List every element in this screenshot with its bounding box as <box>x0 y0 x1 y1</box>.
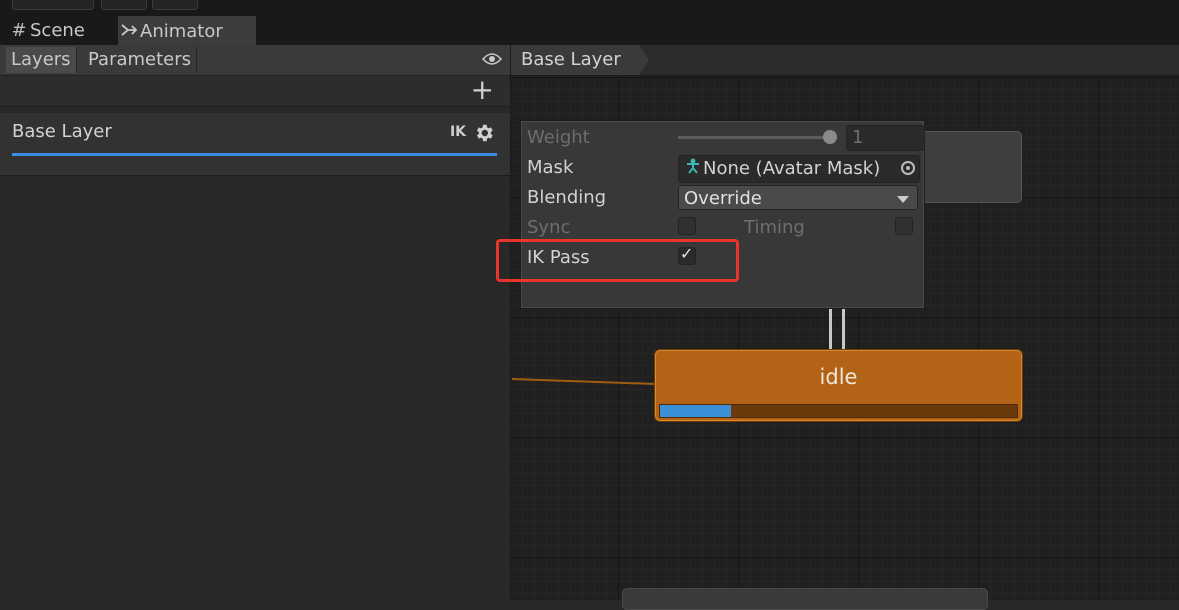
breadcrumb: Base Layer <box>511 45 1179 76</box>
blending-value: Override <box>684 188 762 209</box>
state-progress-fill <box>660 405 732 417</box>
avatar-mask-icon <box>683 156 703 182</box>
blending-label: Blending <box>527 187 607 208</box>
sync-checkbox[interactable] <box>678 217 696 235</box>
breadcrumb-arrow <box>639 45 649 75</box>
layers-toolbar: + <box>0 74 510 107</box>
state-node[interactable] <box>622 588 988 610</box>
timing-checkbox[interactable] <box>895 217 913 235</box>
ik-pass-highlight <box>496 239 739 282</box>
mask-label: Mask <box>527 157 574 178</box>
state-node-idle[interactable]: idle <box>655 350 1022 421</box>
ik-badge: IK <box>449 124 466 140</box>
add-layer-icon[interactable]: + <box>471 74 494 106</box>
layer-row[interactable]: Base Layer IK <box>0 113 510 176</box>
toolbar-button[interactable] <box>12 0 94 10</box>
layers-panel: Layers Parameters + Base Layer IK <box>0 45 511 600</box>
grid-icon: # <box>11 20 27 41</box>
eye-icon[interactable] <box>481 51 503 65</box>
tab-parameters[interactable]: Parameters <box>83 47 198 73</box>
object-picker-icon[interactable] <box>901 161 915 175</box>
animator-icon <box>118 17 140 46</box>
tab-scene[interactable]: # Scene <box>8 16 85 45</box>
main-toolbar <box>0 0 1179 16</box>
transition-line[interactable] <box>842 307 845 351</box>
gear-icon[interactable] <box>473 122 495 144</box>
weight-slider[interactable] <box>678 136 831 139</box>
weight-label: Weight <box>527 127 590 148</box>
state-progress-bar <box>659 404 1018 418</box>
toolbar-button[interactable] <box>152 0 198 10</box>
tab-scene-label: Scene <box>30 20 85 41</box>
tab-animator[interactable]: Animator <box>118 16 256 46</box>
sync-label: Sync <box>527 217 571 238</box>
timing-label: Timing <box>744 217 805 238</box>
blending-dropdown[interactable]: Override <box>678 185 918 210</box>
mask-field[interactable]: None (Avatar Mask) <box>678 155 920 183</box>
toolbar-button[interactable] <box>101 0 147 10</box>
chevron-down-icon <box>897 196 909 203</box>
weight-slider-handle[interactable] <box>823 130 837 144</box>
state-name: idle <box>819 365 858 389</box>
layer-weight-bar <box>12 153 497 156</box>
layer-name: Base Layer <box>12 121 112 142</box>
tab-layers[interactable]: Layers <box>6 47 77 73</box>
panel-tabs: Layers Parameters <box>0 45 510 76</box>
tab-animator-label: Animator <box>140 21 223 42</box>
transition-line[interactable] <box>829 307 832 351</box>
weight-field[interactable]: 1 <box>846 125 925 151</box>
mask-value: None (Avatar Mask) <box>703 158 881 179</box>
breadcrumb-item[interactable]: Base Layer <box>511 45 639 75</box>
